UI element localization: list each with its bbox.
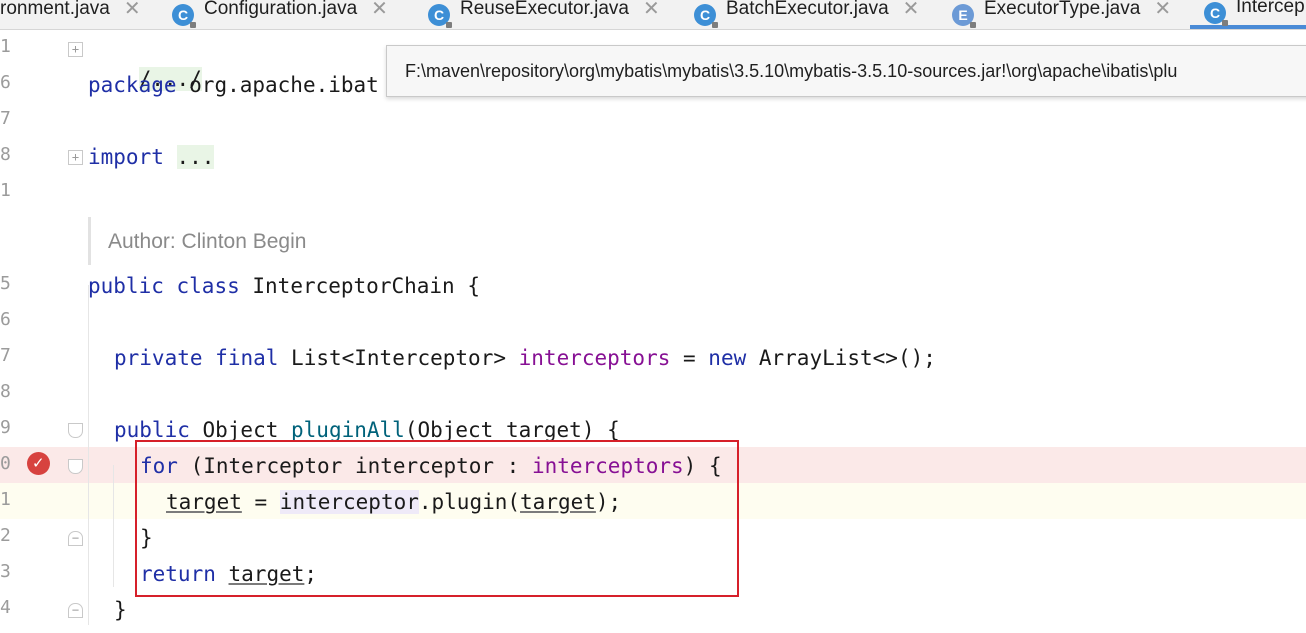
breakpoint-icon[interactable]: ✓: [27, 452, 50, 475]
tab-configuration[interactable]: C Configuration.java ✕: [172, 0, 388, 29]
tab-label: ReuseExecutor.java: [460, 0, 629, 19]
line-number: 8: [0, 381, 11, 402]
tab-executor-type[interactable]: E ExecutorType.java ✕: [952, 0, 1171, 29]
line-number: 9: [0, 417, 11, 438]
constructor-call: ArrayList<>();: [746, 346, 936, 370]
class-icon: C: [1204, 1, 1228, 26]
code-line-package: package org.apache.ibat: [88, 70, 379, 100]
method-name: pluginAll: [291, 418, 405, 442]
code-line-close-method: }: [114, 595, 127, 625]
keyword: package: [88, 73, 177, 97]
class-icon: C: [428, 3, 452, 28]
field-name: interceptors: [518, 346, 671, 370]
keyword: public: [88, 274, 164, 298]
line-number: 1: [0, 489, 11, 510]
close-icon[interactable]: ✕: [643, 0, 660, 21]
brace: {: [454, 274, 480, 298]
folded-imports[interactable]: ...: [176, 145, 215, 169]
keyword: public: [114, 418, 190, 442]
tab-reuse-executor[interactable]: C ReuseExecutor.java ✕: [428, 0, 660, 29]
close-icon[interactable]: ✕: [371, 0, 388, 21]
line-number: 6: [0, 309, 11, 330]
package-name: org.apache.ibat: [176, 73, 379, 97]
code-line-import: import ...: [88, 142, 215, 172]
enum-icon: E: [952, 3, 976, 28]
tab-label: BatchExecutor.java: [726, 0, 889, 19]
close-icon[interactable]: ✕: [1154, 0, 1171, 21]
line-number: 2: [0, 525, 11, 546]
keyword: private: [114, 346, 203, 370]
keyword: final: [215, 346, 279, 370]
line-number: 7: [0, 108, 11, 129]
line-number: 1: [0, 180, 11, 201]
type-name: List<Interceptor>: [291, 346, 506, 370]
tab-batch-executor[interactable]: C BatchExecutor.java ✕: [694, 0, 919, 29]
line-number: 4: [0, 597, 11, 618]
editor-tab-bar: ronment.java ✕ C Configuration.java ✕ C …: [0, 0, 1306, 30]
editor-gutter[interactable]: 1 6 7 8 1 5 6 7 8 9 0 1 2 3 4 + + − −: [0, 30, 83, 633]
keyword: new: [708, 346, 747, 370]
line-number: 1: [0, 36, 11, 57]
file-path-tooltip: F:\maven\repository\org\mybatis\mybatis\…: [386, 45, 1306, 97]
tab-label: Configuration.java: [204, 0, 358, 19]
line-number: 0: [0, 453, 11, 474]
brace: }: [114, 598, 127, 622]
operator: =: [670, 346, 709, 370]
class-icon: C: [694, 3, 718, 28]
code-line-class-decl: public class InterceptorChain {: [88, 271, 480, 301]
code-line-field: private final List<Interceptor> intercep…: [114, 343, 936, 373]
line-number: 7: [0, 345, 11, 366]
tab-environment[interactable]: ronment.java ✕: [0, 0, 141, 29]
highlight-box: [135, 440, 739, 597]
close-icon[interactable]: ✕: [903, 0, 920, 21]
class-icon: C: [172, 3, 196, 28]
rendered-doc-comment: Author: Clinton Begin: [88, 217, 306, 265]
line-number: 6: [0, 72, 11, 93]
line-number: 3: [0, 561, 11, 582]
line-number: 8: [0, 144, 11, 165]
class-name: InterceptorChain: [252, 274, 455, 298]
keyword: class: [176, 274, 240, 298]
tab-label: Intercep: [1236, 0, 1305, 17]
line-number: 5: [0, 273, 11, 294]
tab-label: ExecutorType.java: [984, 0, 1141, 19]
close-icon[interactable]: ✕: [124, 0, 141, 21]
tab-interceptor-chain[interactable]: C Intercep: [1190, 0, 1306, 29]
tab-label: ronment.java: [0, 0, 110, 19]
keyword: import: [88, 145, 164, 169]
return-type: Object: [189, 418, 292, 442]
parameters: (Object target) {: [404, 418, 620, 442]
